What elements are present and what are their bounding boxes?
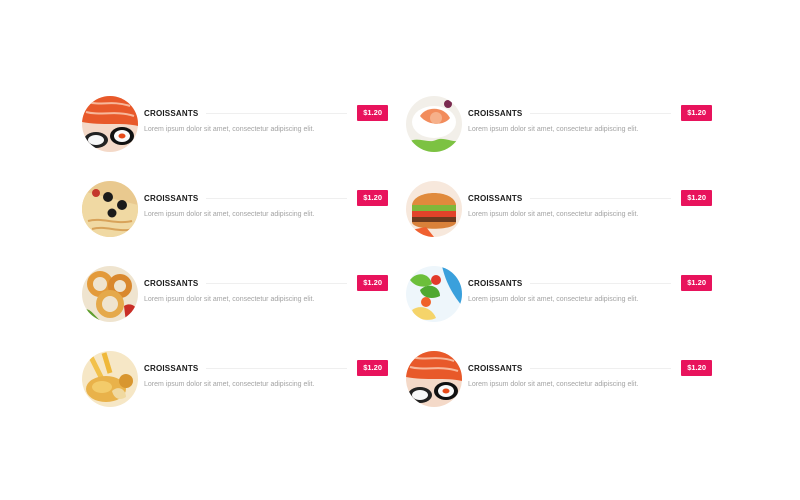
item-title: CROISSANTS: [144, 363, 199, 373]
dotted-divider: [206, 367, 348, 369]
item-description: Lorem ipsum dolor sit amet, consectetur …: [468, 126, 639, 133]
price-badge: $1.20: [681, 190, 712, 206]
item-description: Lorem ipsum dolor sit amet, consectetur …: [144, 126, 315, 133]
price-badge: $1.20: [357, 105, 388, 121]
shrimp-plate-icon: [406, 96, 462, 152]
menu-item[interactable]: CROISSANTS $1.20 Lorem ipsum dolor sit a…: [82, 181, 388, 237]
menu-item[interactable]: CROISSANTS $1.20 Lorem ipsum dolor sit a…: [406, 96, 712, 152]
menu-item[interactable]: CROISSANTS $1.20 Lorem ipsum dolor sit a…: [82, 266, 388, 322]
dotted-divider: [206, 112, 348, 114]
sushi-icon: [82, 96, 138, 152]
item-description: Lorem ipsum dolor sit amet, consectetur …: [468, 381, 639, 388]
price-badge: $1.20: [357, 360, 388, 376]
item-description: Lorem ipsum dolor sit amet, consectetur …: [144, 296, 315, 303]
menu-item[interactable]: CROISSANTS $1.20 Lorem ipsum dolor sit a…: [82, 96, 388, 152]
menu-item[interactable]: CROISSANTS $1.20 Lorem ipsum dolor sit a…: [406, 266, 712, 322]
item-header: CROISSANTS $1.20: [468, 275, 712, 291]
item-description: Lorem ipsum dolor sit amet, consectetur …: [468, 296, 639, 303]
dotted-divider: [530, 367, 672, 369]
item-header: CROISSANTS $1.20: [144, 360, 388, 376]
salad-icon: [406, 266, 462, 322]
item-title: CROISSANTS: [144, 278, 199, 288]
dotted-divider: [530, 197, 672, 199]
item-title: CROISSANTS: [468, 363, 523, 373]
dotted-divider: [206, 197, 348, 199]
item-header: CROISSANTS $1.20: [468, 105, 712, 121]
item-title: CROISSANTS: [468, 193, 523, 203]
price-badge: $1.20: [681, 360, 712, 376]
price-badge: $1.20: [681, 105, 712, 121]
item-title: CROISSANTS: [144, 108, 199, 118]
dotted-divider: [530, 282, 672, 284]
menu-grid: CROISSANTS $1.20 Lorem ipsum dolor sit a…: [82, 96, 712, 407]
price-badge: $1.20: [357, 190, 388, 206]
menu-item[interactable]: CROISSANTS $1.20 Lorem ipsum dolor sit a…: [82, 351, 388, 407]
item-title: CROISSANTS: [468, 108, 523, 118]
item-description: Lorem ipsum dolor sit amet, consectetur …: [144, 211, 315, 218]
item-title: CROISSANTS: [468, 278, 523, 288]
fried-food-icon: [82, 351, 138, 407]
onion-rings-icon: [82, 266, 138, 322]
price-badge: $1.20: [681, 275, 712, 291]
item-header: CROISSANTS $1.20: [468, 360, 712, 376]
menu-item[interactable]: CROISSANTS $1.20 Lorem ipsum dolor sit a…: [406, 181, 712, 237]
item-description: Lorem ipsum dolor sit amet, consectetur …: [468, 211, 639, 218]
item-description: Lorem ipsum dolor sit amet, consectetur …: [144, 381, 315, 388]
dotted-divider: [206, 282, 348, 284]
item-header: CROISSANTS $1.20: [144, 190, 388, 206]
item-header: CROISSANTS $1.20: [468, 190, 712, 206]
dotted-divider: [530, 112, 672, 114]
sushi-icon: [406, 351, 462, 407]
item-title: CROISSANTS: [144, 193, 199, 203]
price-badge: $1.20: [357, 275, 388, 291]
item-header: CROISSANTS $1.20: [144, 275, 388, 291]
menu-item[interactable]: CROISSANTS $1.20 Lorem ipsum dolor sit a…: [406, 351, 712, 407]
pizza-icon: [82, 181, 138, 237]
burger-icon: [406, 181, 462, 237]
item-header: CROISSANTS $1.20: [144, 105, 388, 121]
